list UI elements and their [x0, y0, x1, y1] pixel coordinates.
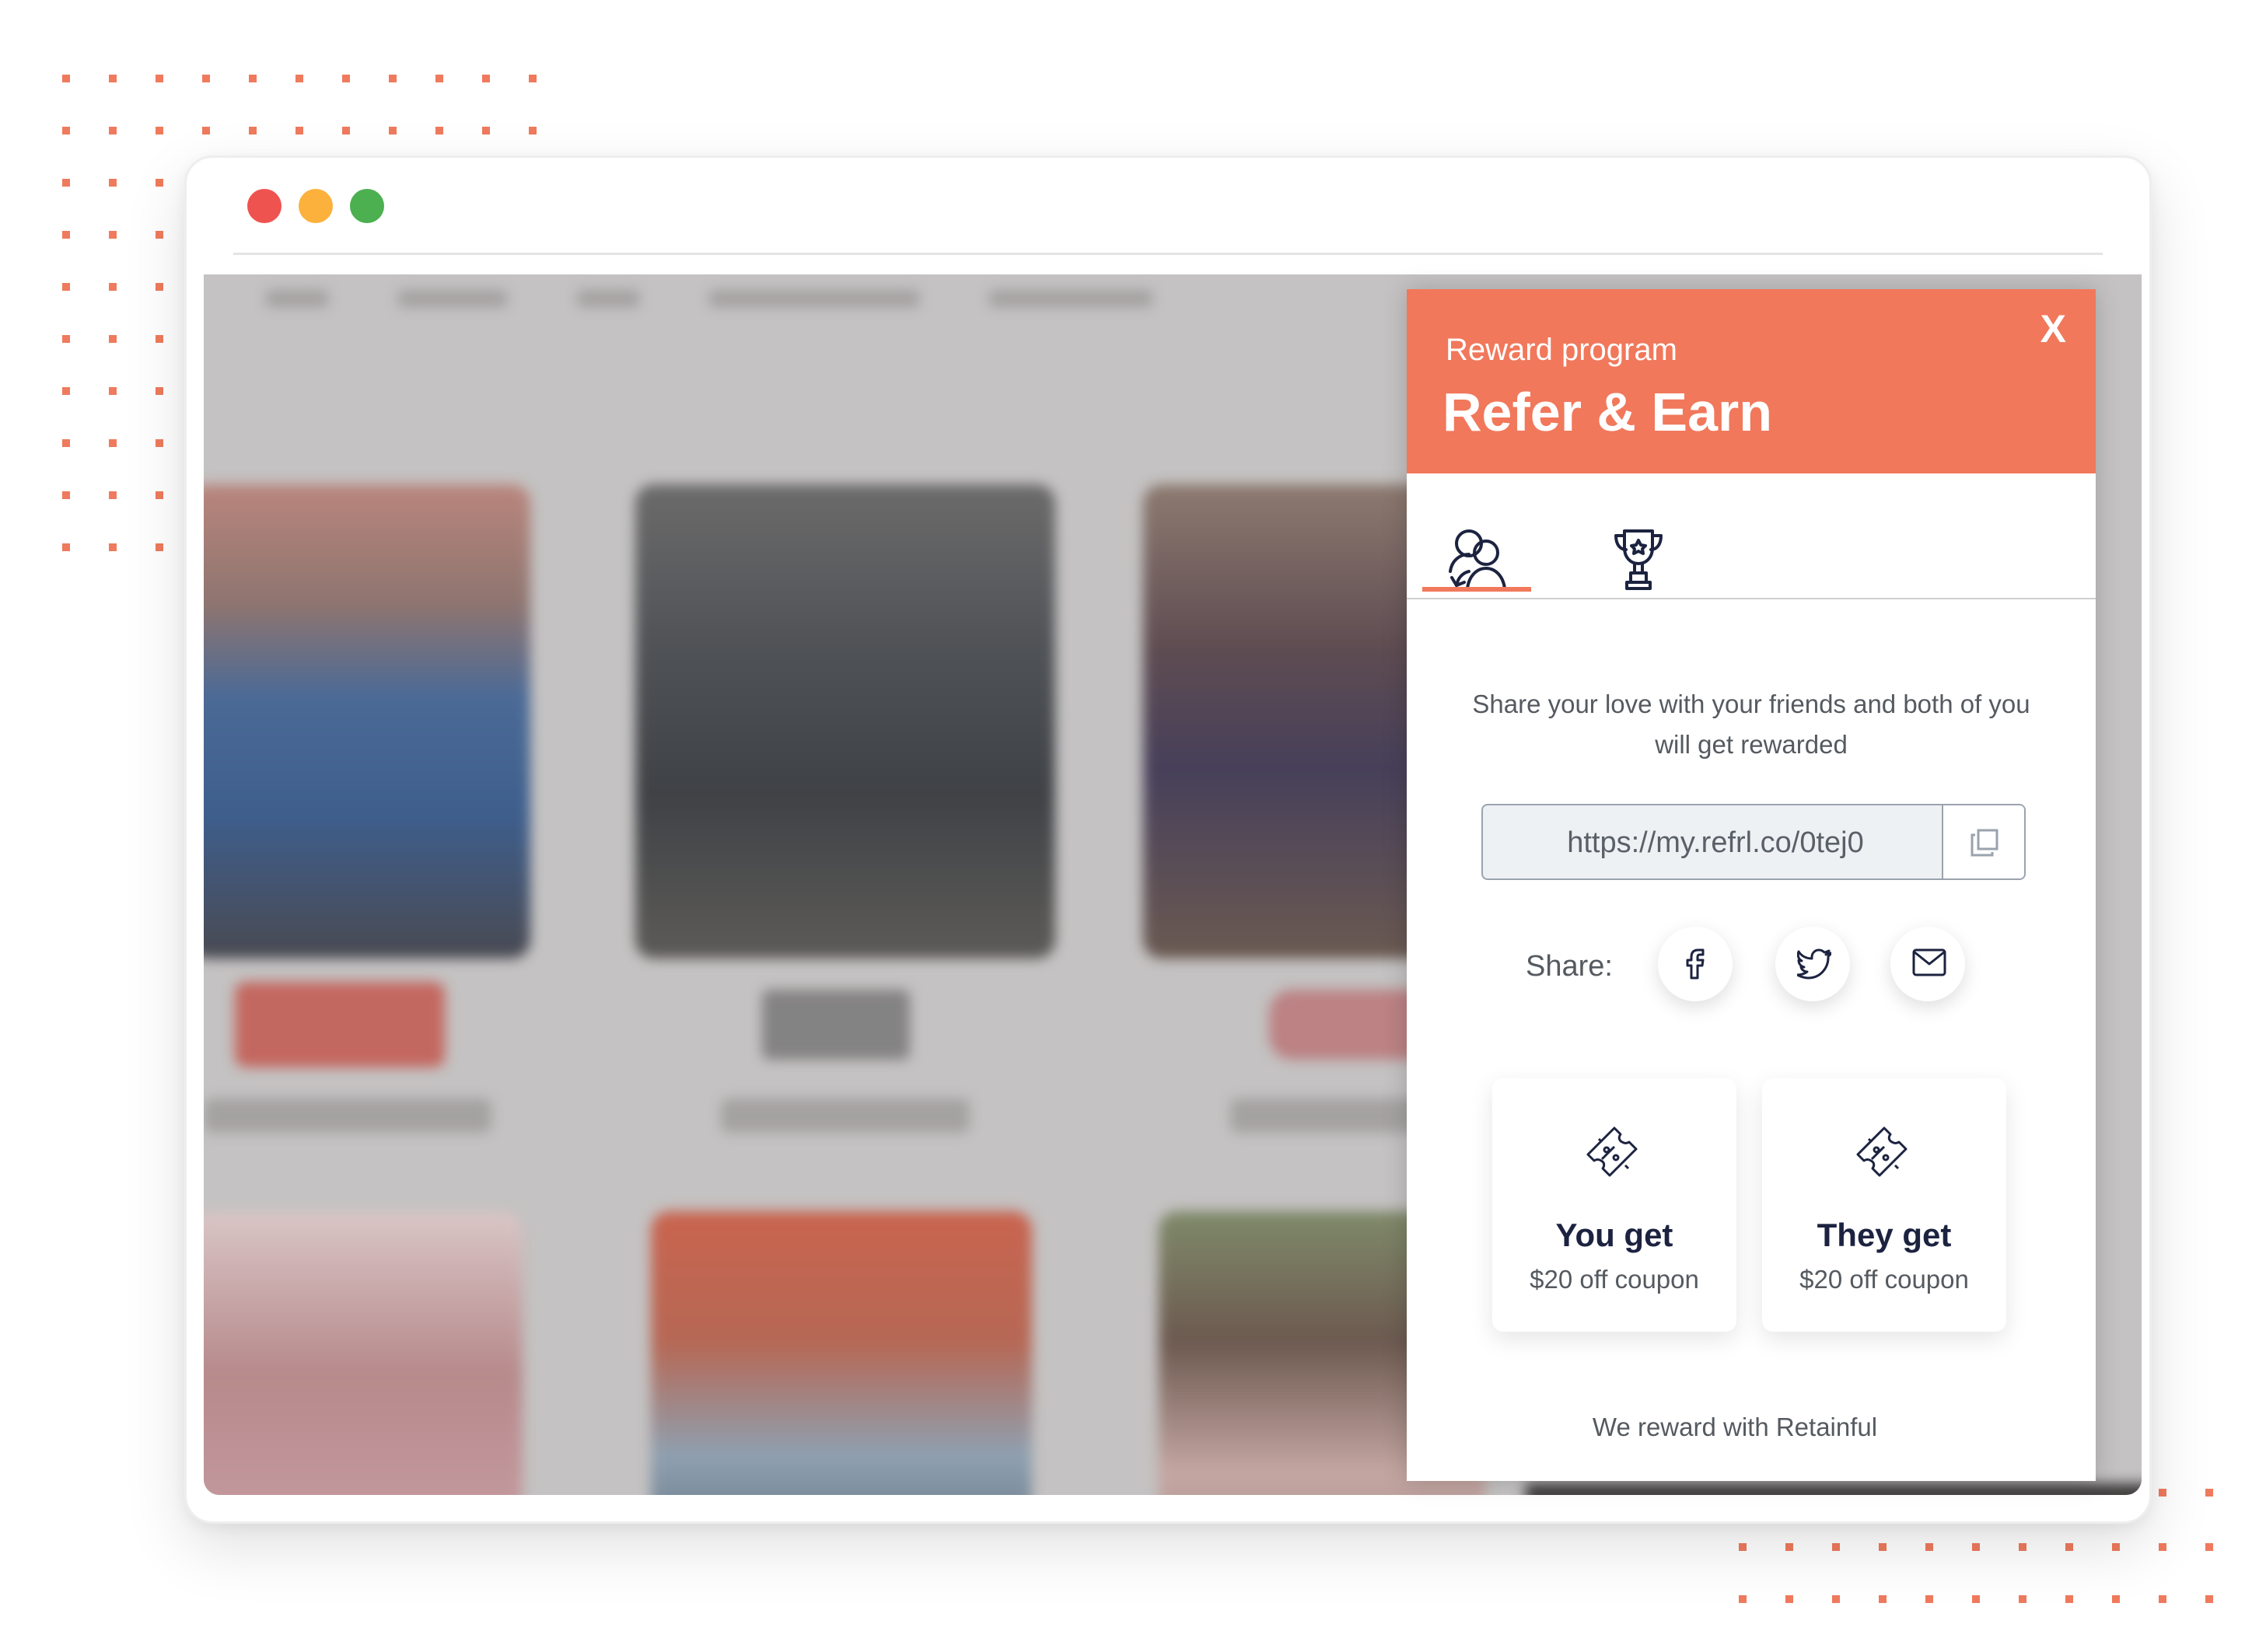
share-label: Share: — [1526, 950, 1613, 983]
decorative-dot — [2205, 1489, 2213, 1497]
modal-tabs — [1407, 473, 2096, 599]
share-twitter-button[interactable] — [1775, 927, 1850, 1001]
close-window-button[interactable] — [247, 189, 282, 223]
decorative-dot — [1785, 1543, 1793, 1551]
decorative-dot — [1739, 1595, 1747, 1603]
decorative-dot — [2065, 1595, 2073, 1603]
facebook-icon — [1686, 948, 1705, 980]
product-tile — [204, 484, 530, 959]
decorative-dot — [2159, 1595, 2166, 1603]
decorative-dot — [1832, 1595, 1840, 1603]
minimize-window-button[interactable] — [299, 189, 333, 223]
tab-rewards[interactable] — [1589, 505, 1698, 590]
referral-description: Share your love with your friends and bo… — [1472, 690, 2030, 759]
reward-card-they: They get $20 off coupon — [1762, 1078, 2006, 1332]
decorative-dot — [1879, 1543, 1887, 1551]
site-footer-strip — [1526, 1483, 2142, 1495]
modal-header: Reward program Refer & Earn X — [1407, 289, 2096, 473]
decorative-dot — [2205, 1543, 2213, 1551]
mail-icon — [1912, 948, 1946, 976]
decorative-dot — [2019, 1595, 2026, 1603]
decorative-dot — [2065, 1543, 2073, 1551]
window-controls — [247, 189, 384, 223]
promo-text-blurred — [721, 1098, 970, 1133]
decorative-dot — [2112, 1543, 2120, 1551]
product-tile — [204, 1211, 523, 1495]
copy-link-button[interactable] — [1942, 805, 2024, 878]
twitter-icon — [1797, 948, 1831, 980]
maximize-window-button[interactable] — [350, 189, 384, 223]
decorative-dot — [1785, 1595, 1793, 1603]
decorative-dot — [2159, 1543, 2166, 1551]
toolbar-divider — [233, 253, 2103, 255]
referral-users-icon — [1449, 529, 1506, 590]
decorative-dot — [2112, 1595, 2120, 1603]
close-button[interactable]: X — [2040, 309, 2066, 348]
decorative-dot — [1832, 1543, 1840, 1551]
decorative-dot — [2205, 1595, 2213, 1603]
refer-earn-modal: Reward program Refer & Earn X Share your… — [1407, 289, 2096, 1481]
referral-link-field — [1481, 804, 2026, 880]
reward-card-you: You get $20 off coupon — [1492, 1078, 1736, 1332]
decorative-dot — [1879, 1595, 1887, 1603]
tab-refer[interactable] — [1422, 505, 1531, 592]
active-tab-indicator — [1422, 587, 1531, 592]
reward-value: $20 off coupon — [1799, 1265, 1969, 1294]
decorative-dot — [1925, 1543, 1933, 1551]
product-tile — [651, 1211, 1032, 1495]
share-email-button[interactable] — [1890, 927, 1965, 1001]
powered-by-text: We reward with Retainful — [1592, 1413, 1878, 1441]
promo-text-blurred — [204, 1098, 491, 1133]
brand-logo — [235, 982, 445, 1067]
decorative-dot — [1972, 1543, 1980, 1551]
decorative-dot — [2019, 1543, 2026, 1551]
decorative-dot — [2159, 1489, 2166, 1497]
trophy-icon — [1614, 529, 1663, 590]
reward-value: $20 off coupon — [1530, 1265, 1699, 1294]
coupon-icon — [1856, 1126, 1908, 1177]
decorative-dot — [1972, 1595, 1980, 1603]
share-facebook-button[interactable] — [1658, 927, 1733, 1001]
brand-logo — [762, 990, 910, 1060]
modal-subtitle: Reward program — [1446, 333, 1677, 367]
coupon-icon — [1586, 1126, 1638, 1177]
reward-title: You get — [1555, 1217, 1673, 1253]
decorative-dot — [1925, 1595, 1933, 1603]
product-tile — [635, 484, 1055, 959]
modal-title: Refer & Earn — [1442, 382, 1773, 442]
copy-icon — [1971, 829, 1998, 857]
reward-title: They get — [1817, 1217, 1952, 1253]
decorative-dot — [1739, 1543, 1747, 1551]
store-nav-blurred — [266, 290, 1152, 307]
referral-link-input[interactable] — [1483, 805, 1948, 878]
